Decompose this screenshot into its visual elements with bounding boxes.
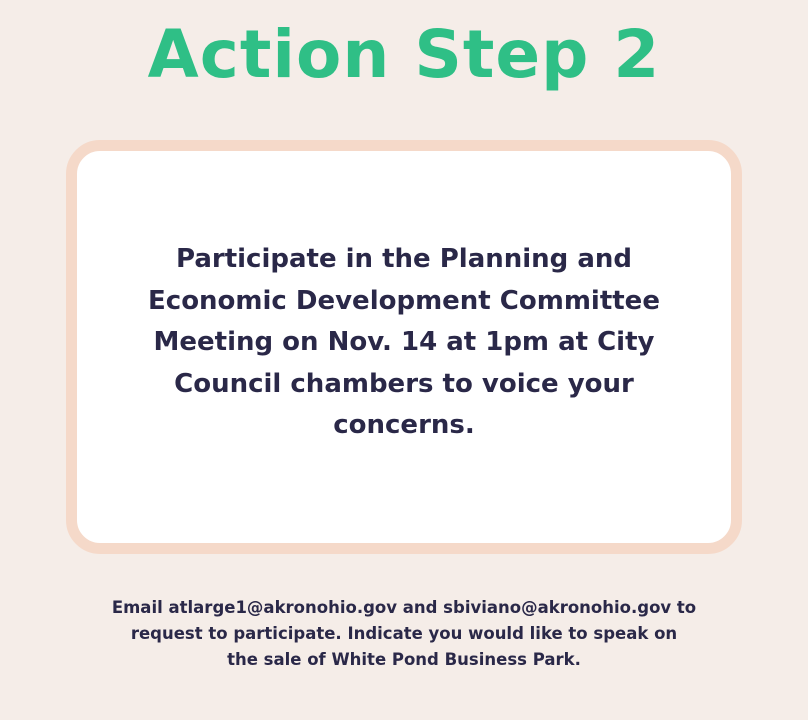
footer-instructions: Email atlarge1@akronohio.gov and sbivian…	[60, 595, 748, 673]
footer-line: Email atlarge1@akronohio.gov and sbivian…	[111, 598, 697, 617]
page-title: Action Step 2	[147, 16, 661, 93]
card-line: concerns.	[333, 410, 475, 440]
card-line: Economic Development Committee	[148, 285, 660, 316]
info-card: Participate in the Planning and Economic…	[66, 140, 742, 554]
footer-line: the sale of White Pond Business Park.	[227, 650, 581, 669]
card-line: Participate in the Planning and	[175, 244, 633, 274]
card-line: Meeting on Nov. 14 at 1pm at City	[153, 327, 655, 357]
footer-line: request to participate. Indicate you wou…	[130, 624, 678, 643]
card-line: Council chambers to voice your	[174, 368, 634, 399]
card-message: Participate in the Planning and Economic…	[77, 239, 731, 447]
